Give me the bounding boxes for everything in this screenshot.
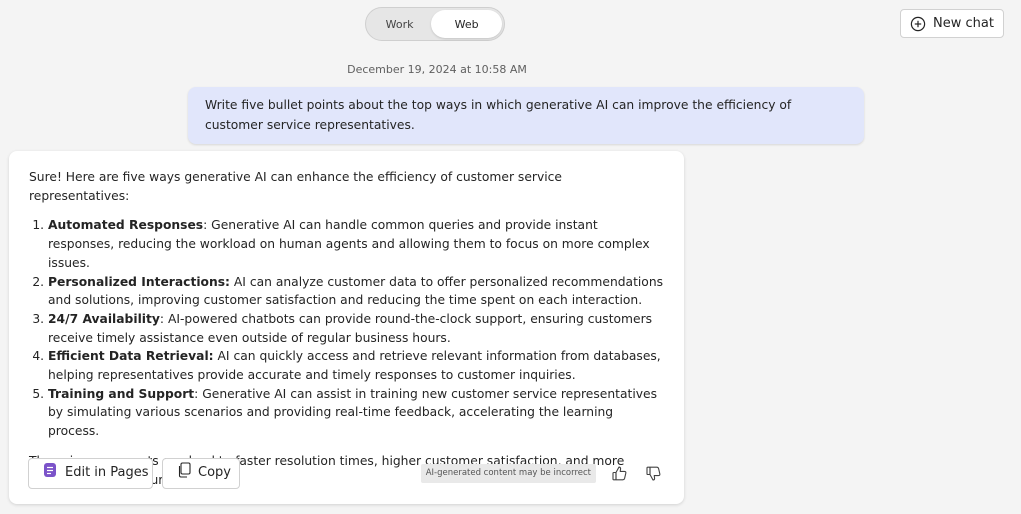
edit-in-pages-button[interactable]: Edit in Pages [28,458,153,489]
list-item-title: Efficient Data Retrieval: [48,349,214,364]
thumbs-up-icon[interactable] [608,463,630,485]
list-item: Automated Responses: Generative AI can h… [48,216,664,272]
new-chat-label: New chat [933,16,994,31]
copy-icon [177,462,191,485]
copy-button[interactable]: Copy [162,458,240,489]
toggle-option-web[interactable]: Web [431,10,502,38]
list-item: 24/7 Availability: AI-powered chatbots c… [48,310,664,347]
list-item: Efficient Data Retrieval: AI can quickly… [48,347,664,384]
list-item: Training and Support: Generative AI can … [48,385,664,441]
response-intro: Sure! Here are five ways generative AI c… [29,170,562,203]
list-item-title: 24/7 Availability [48,311,160,326]
edit-in-pages-label: Edit in Pages [65,465,149,481]
copy-label: Copy [198,465,231,481]
pages-icon [43,462,57,485]
ai-disclaimer-badge: AI-generated content may be incorrect [420,464,596,483]
toggle-option-work[interactable]: Work [368,10,431,38]
list-item-title: Automated Responses [48,218,204,233]
user-message-text: Write five bullet points about the top w… [205,98,792,132]
new-chat-button[interactable]: New chat [900,9,1004,38]
list-item: Personalized Interactions: AI can analyz… [48,273,664,310]
user-message: Write five bullet points about the top w… [188,87,864,144]
response-actions: Edit in Pages Copy AI-generated content … [28,458,664,489]
message-timestamp: December 19, 2024 at 10:58 AM [347,63,527,76]
plus-circle-icon [910,16,926,32]
assistant-response-card: Sure! Here are five ways generative AI c… [9,151,684,504]
list-item-title: Personalized Interactions: [48,274,230,289]
mode-toggle: Work Web [365,7,505,41]
thumbs-down-icon[interactable] [642,463,664,485]
response-list: Automated Responses: Generative AI can h… [29,216,664,440]
list-item-title: Training and Support [48,386,195,401]
